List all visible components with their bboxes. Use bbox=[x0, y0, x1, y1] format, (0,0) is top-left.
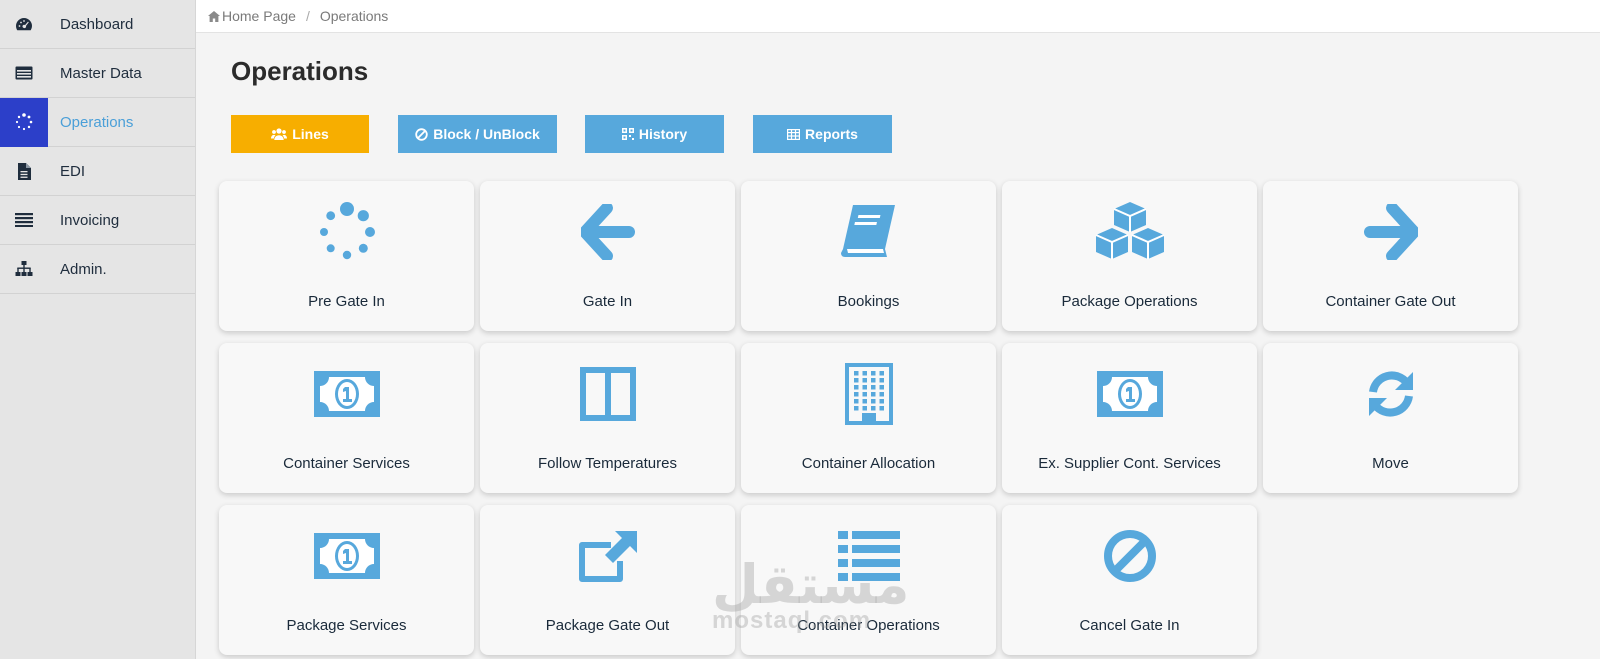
tile-label: Move bbox=[1372, 455, 1409, 472]
ban-icon bbox=[1002, 519, 1257, 593]
tile-pre-gate-in[interactable]: Pre Gate In bbox=[219, 181, 474, 331]
sidebar-item-label: Admin. bbox=[60, 260, 107, 278]
qrcode-icon bbox=[621, 128, 634, 140]
breadcrumb: Home Page / Operations bbox=[196, 0, 1600, 33]
breadcrumb-home[interactable]: Home Page bbox=[222, 8, 296, 24]
spinner-icon bbox=[0, 97, 48, 147]
tile-label: Container Gate Out bbox=[1325, 293, 1456, 310]
history-button[interactable]: History bbox=[585, 115, 724, 153]
lines-button-label: Lines bbox=[292, 126, 329, 142]
block-unblock-button-label: Block / UnBlock bbox=[433, 126, 540, 142]
sidebar-item-label: Dashboard bbox=[60, 15, 134, 33]
tile-label: Gate In bbox=[582, 293, 633, 310]
sidebar-item-admin[interactable]: Admin. bbox=[0, 245, 195, 294]
breadcrumb-separator: / bbox=[305, 8, 310, 24]
money-icon bbox=[219, 519, 474, 593]
tile-label: Package Gate Out bbox=[545, 617, 670, 634]
lines-button[interactable]: Lines bbox=[231, 115, 369, 153]
sidebar-item-label: EDI bbox=[60, 162, 86, 180]
cubes-icon bbox=[1002, 195, 1257, 269]
tile-package-gate-out[interactable]: Package Gate Out bbox=[480, 505, 735, 655]
sidebar-item-edi[interactable]: EDI bbox=[0, 147, 195, 196]
tile-label: Cancel Gate In bbox=[1079, 617, 1180, 634]
tile-package-services[interactable]: Package Services bbox=[219, 505, 474, 655]
tile-label: Container Allocation bbox=[801, 455, 936, 472]
file-icon bbox=[0, 147, 48, 196]
tile-label: Follow Temperatures bbox=[538, 455, 677, 472]
block-unblock-button[interactable]: Block / UnBlock bbox=[398, 115, 557, 153]
sidebar-item-label: Invoicing bbox=[60, 211, 120, 229]
external-link-icon bbox=[480, 519, 735, 593]
tile-label: Container Operations bbox=[797, 617, 940, 634]
money-icon bbox=[1002, 357, 1257, 431]
home-icon[interactable] bbox=[208, 10, 220, 22]
reports-button-label: Reports bbox=[805, 126, 858, 142]
tile-label: Container Services bbox=[283, 455, 410, 472]
money-icon bbox=[219, 357, 474, 431]
ban-icon bbox=[415, 127, 428, 141]
tile-cancel-gate-in[interactable]: Cancel Gate In bbox=[1002, 505, 1257, 655]
tile-bookings[interactable]: Bookings bbox=[741, 181, 996, 331]
dashboard-icon bbox=[0, 0, 48, 49]
list-icon bbox=[741, 519, 996, 593]
tile-container-allocation[interactable]: Container Allocation bbox=[741, 343, 996, 493]
tile-label: Package Operations bbox=[1061, 293, 1198, 310]
table-icon bbox=[787, 128, 801, 140]
sitemap-icon bbox=[0, 245, 48, 294]
arrow-right-icon bbox=[1263, 195, 1518, 269]
page-title: Operations bbox=[231, 56, 369, 86]
sidebar-item-master-data[interactable]: Master Data bbox=[0, 49, 195, 98]
tile-move[interactable]: Move bbox=[1263, 343, 1518, 493]
sidebar-item-label: Master Data bbox=[60, 64, 142, 82]
breadcrumb-current: Operations bbox=[319, 8, 389, 24]
columns-icon bbox=[480, 357, 735, 431]
tile-container-services[interactable]: Container Services bbox=[219, 343, 474, 493]
sidebar-item-invoicing[interactable]: Invoicing bbox=[0, 196, 195, 245]
tile-follow-temperatures[interactable]: Follow Temperatures bbox=[480, 343, 735, 493]
tile-label: Pre Gate In bbox=[308, 293, 385, 310]
tile-container-operations[interactable]: Container Operations bbox=[741, 505, 996, 655]
spinner-icon bbox=[219, 195, 474, 269]
tile-ex-supplier-cont-services[interactable]: Ex. Supplier Cont. Services bbox=[1002, 343, 1257, 493]
list-icon bbox=[0, 196, 48, 245]
refresh-icon bbox=[1263, 357, 1518, 431]
arrow-left-icon bbox=[480, 195, 735, 269]
tile-container-gate-out[interactable]: Container Gate Out bbox=[1263, 181, 1518, 331]
tile-label: Ex. Supplier Cont. Services bbox=[1038, 455, 1221, 472]
building-icon bbox=[741, 357, 996, 431]
sidebar: Dashboard Master Data Operations EDI Inv… bbox=[0, 0, 196, 659]
table-icon bbox=[0, 49, 48, 98]
sidebar-item-dashboard[interactable]: Dashboard bbox=[0, 0, 195, 49]
book-icon bbox=[741, 195, 996, 269]
tile-package-operations[interactable]: Package Operations bbox=[1002, 181, 1257, 331]
tile-gate-in[interactable]: Gate In bbox=[480, 181, 735, 331]
history-button-label: History bbox=[638, 126, 688, 142]
sidebar-item-operations[interactable]: Operations bbox=[0, 97, 195, 147]
sidebar-item-label: Operations bbox=[60, 113, 134, 131]
tile-label: Bookings bbox=[837, 293, 900, 310]
tile-label: Package Services bbox=[286, 617, 407, 634]
users-icon bbox=[271, 128, 288, 140]
reports-button[interactable]: Reports bbox=[753, 115, 892, 153]
